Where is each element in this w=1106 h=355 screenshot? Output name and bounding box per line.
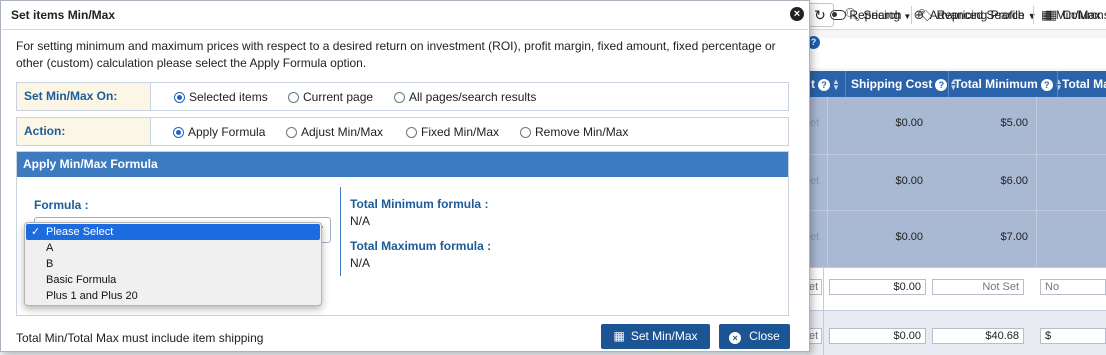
column-header-shipping-cost[interactable]: Shipping Cost? ▲ ▼ [851,71,957,97]
total-max-formula-value: N/A [350,256,371,270]
radio-apply-formula[interactable]: Apply Formula [173,125,265,139]
formula-dropdown-menu: ✓ Please Select A B Basic Formula Plus 1… [24,222,322,306]
help-icon[interactable]: ? [1040,78,1053,91]
help-icon[interactable]: ? [818,78,830,91]
cost-input[interactable]: et [808,328,822,344]
column-header-cost[interactable]: t? ▲ ▼ [811,71,840,97]
radio-fixed-minmax[interactable]: Fixed Min/Max [406,125,499,139]
caret-down-icon: ▼ [1027,12,1036,21]
column-header-total-minimum[interactable]: Total Minimum? ▲ ▼ [954,71,1063,97]
table-row[interactable]: et $0.00 $6.00 [806,154,1106,210]
radio-remove-minmax[interactable]: Remove Min/Max [520,125,628,139]
set-on-label: Set Min/Max On: [17,83,151,110]
column-divider [340,187,341,276]
dropdown-option-basic-formula[interactable]: Basic Formula [25,272,321,288]
shipping-cost-input[interactable]: $0.00 [829,279,926,295]
formula-label: Formula : [34,198,89,212]
repricing-button[interactable]: Repricing ▼ [826,4,915,26]
column-header-total-max[interactable]: Total Ma [1062,71,1106,97]
radio-unchecked-icon [406,127,417,138]
radio-unchecked-icon [286,127,297,138]
dialog-description: For setting minimum and maximum prices w… [16,39,776,70]
sort-icon[interactable]: ▲ ▼ [832,77,840,91]
table-row[interactable]: et $0.00 $7.00 [806,210,1106,267]
dropdown-option-b[interactable]: B [25,256,321,272]
minmax-label: Min/Max [1055,8,1102,22]
dialog-title: Set items Min/Max [11,8,116,22]
set-minmax-button[interactable]: ▦ Set Min/Max [601,324,710,349]
radio-checked-icon [173,127,184,138]
help-icon[interactable]: ? [935,78,948,91]
refresh-icon: ↻ [814,7,826,23]
total-min-formula-value: N/A [350,214,371,228]
checkmark-icon: ✓ [31,226,41,238]
footer-note: Total Min/Total Max must include item sh… [16,331,264,345]
minmax-button[interactable]: ▦ Min/Max [1037,4,1105,26]
table-row[interactable]: et $0.00 $40.68 $ [806,310,1106,355]
toolbar-divider [1033,6,1034,24]
divider [2,29,808,30]
table-row[interactable]: et $0.00 $5.00 [806,97,1106,154]
radio-selected-items[interactable]: Selected items [174,90,268,104]
repricing-label: Repricing [849,8,901,22]
secondary-toolbar [806,38,1106,68]
total-max-formula-label: Total Maximum formula : [350,239,492,253]
radio-unchecked-icon [394,92,405,103]
total-max-input[interactable]: No [1040,279,1106,295]
repricing-profile-button[interactable]: 🏷︎ Repricing Profile ▼ [914,4,1040,26]
set-on-row: Set Min/Max On: Selected items Current p… [16,82,789,111]
close-icon: × [729,332,742,344]
close-button[interactable]: × Close [719,324,790,349]
toolbar-divider [911,6,912,24]
radio-adjust-minmax[interactable]: Adjust Min/Max [286,125,383,139]
calculator-icon: ▦ [613,329,625,343]
radio-current-page[interactable]: Current page [288,90,373,104]
dropdown-option-please-select[interactable]: ✓ Please Select [26,224,320,240]
action-label: Action: [17,118,151,145]
column-divider [1057,71,1058,97]
cost-input[interactable]: et [808,279,822,295]
radio-unchecked-icon [288,92,299,103]
radio-all-pages[interactable]: All pages/search results [394,90,536,104]
tag-icon: 🏷︎ [918,8,934,22]
total-min-formula-label: Total Minimum formula : [350,197,489,211]
dropdown-option-a[interactable]: A [25,240,321,256]
dropdown-option-plus-1-plus-20[interactable]: Plus 1 and Plus 20 [25,288,321,304]
column-divider [845,71,846,97]
radio-unchecked-icon [520,127,531,138]
repricing-profile-label: Repricing Profile [936,8,1025,22]
table-icon: ▦ [1041,8,1053,22]
total-max-input[interactable]: $ [1040,328,1106,344]
close-icon[interactable]: × [790,7,804,21]
toggle-icon [830,10,846,20]
shipping-cost-input[interactable]: $0.00 [829,328,926,344]
set-minmax-dialog: Set items Min/Max × For setting minimum … [0,0,810,352]
radio-checked-icon [174,92,185,103]
grid-header: t? ▲ ▼ Shipping Cost? ▲ ▼ Total Minimum? ▲ ▼ T… [806,71,1106,97]
total-minimum-input[interactable]: $40.68 [932,328,1024,344]
formula-section-heading: Apply Min/Max Formula [17,152,788,177]
table-row[interactable]: et $0.00 Not Set No [806,267,1106,310]
total-minimum-input[interactable]: Not Set [932,279,1024,295]
column-divider [948,71,949,97]
action-row: Action: Apply Formula Adjust Min/Max Fix… [16,117,789,146]
